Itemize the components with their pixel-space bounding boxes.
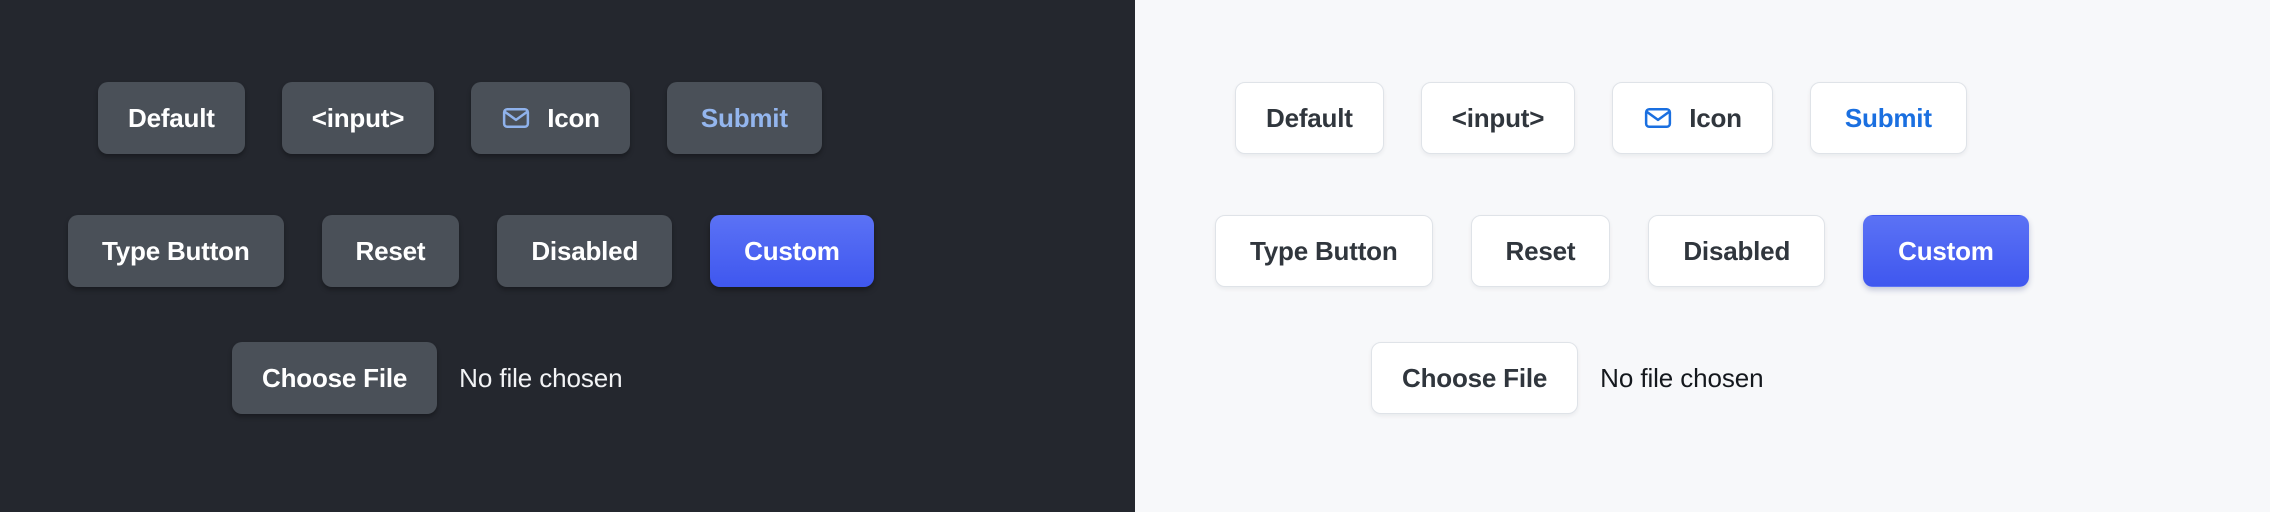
submit-button[interactable]: Submit — [1809, 82, 1967, 154]
input-button[interactable]: <input> — [281, 82, 435, 154]
reset-button-label: Reset — [1505, 235, 1576, 266]
default-button-label: Default — [1266, 102, 1353, 133]
dark-button-row-1: Default <input> Icon Submit — [98, 82, 822, 154]
disabled-button[interactable]: Disabled — [1648, 215, 1826, 287]
default-button[interactable]: Default — [98, 82, 245, 154]
custom-button-label: Custom — [1898, 235, 1994, 266]
custom-button-label: Custom — [744, 235, 840, 266]
submit-button-label: Submit — [1844, 102, 1932, 133]
choose-file-button-label: Choose File — [1402, 362, 1548, 393]
icon-button-label: Icon — [547, 102, 600, 133]
submit-button[interactable]: Submit — [666, 82, 822, 154]
type-button[interactable]: Type Button — [1215, 215, 1433, 287]
light-file-input-row: Choose File No file chosen — [1371, 342, 1764, 414]
type-button-label: Type Button — [1250, 235, 1398, 266]
envelope-icon — [501, 103, 531, 133]
disabled-button[interactable]: Disabled — [497, 215, 673, 287]
dark-button-row-2: Type Button Reset Disabled Custom — [68, 215, 874, 287]
custom-button[interactable]: Custom — [1863, 215, 2029, 287]
reset-button[interactable]: Reset — [1470, 215, 1611, 287]
input-button-label: <input> — [1451, 102, 1545, 133]
default-button[interactable]: Default — [1235, 82, 1384, 154]
disabled-button-label: Disabled — [1683, 235, 1791, 266]
reset-button[interactable]: Reset — [321, 215, 460, 287]
type-button[interactable]: Type Button — [68, 215, 284, 287]
dark-theme-panel: Default <input> Icon Submit Type Button … — [0, 0, 1135, 512]
custom-button[interactable]: Custom — [710, 215, 874, 287]
file-status-text: No file chosen — [459, 362, 623, 393]
default-button-label: Default — [128, 102, 215, 133]
light-theme-panel: Default <input> Icon Submit Type Button … — [1135, 0, 2270, 512]
dark-file-input-row: Choose File No file chosen — [232, 342, 623, 414]
choose-file-button-label: Choose File — [262, 362, 408, 393]
type-button-label: Type Button — [102, 235, 250, 266]
light-button-row-2: Type Button Reset Disabled Custom — [1215, 215, 2029, 287]
choose-file-button[interactable]: Choose File — [232, 342, 438, 414]
envelope-icon — [1643, 103, 1673, 133]
icon-button[interactable]: Icon — [471, 82, 630, 154]
disabled-button-label: Disabled — [531, 235, 639, 266]
reset-button-label: Reset — [355, 235, 426, 266]
submit-button-label: Submit — [700, 102, 788, 133]
input-button-label: <input> — [311, 102, 405, 133]
light-button-row-1: Default <input> Icon Submit — [1235, 82, 1967, 154]
icon-button-label: Icon — [1689, 102, 1742, 133]
icon-button[interactable]: Icon — [1612, 82, 1773, 154]
button-showcase: Default <input> Icon Submit Type Button … — [0, 0, 2270, 512]
file-status-text: No file chosen — [1600, 362, 1764, 393]
input-button[interactable]: <input> — [1420, 82, 1576, 154]
choose-file-button[interactable]: Choose File — [1371, 342, 1579, 414]
